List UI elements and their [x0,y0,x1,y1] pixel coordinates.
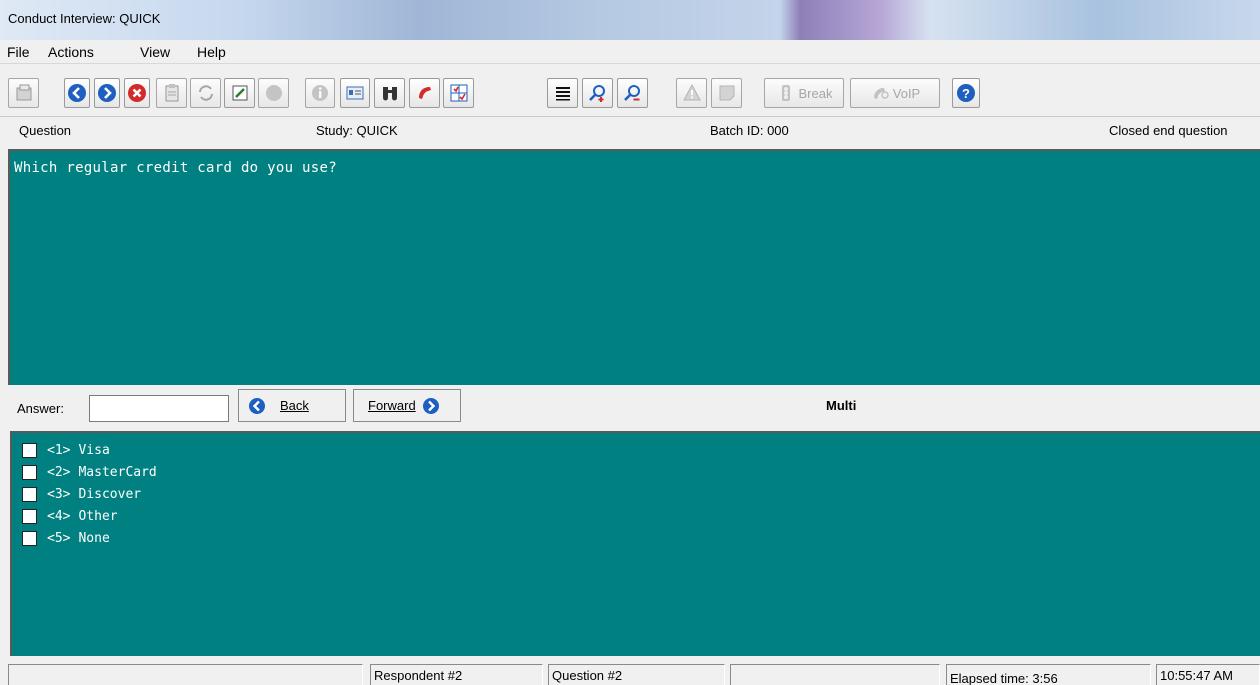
list-button[interactable] [547,78,578,108]
menu-view[interactable]: View [140,44,170,60]
response-code: <3> [47,486,71,502]
response-checkbox[interactable] [22,530,37,546]
back-arrow-button[interactable] [64,78,90,108]
zoom-out-button[interactable] [617,78,648,108]
answer-input[interactable] [89,395,229,422]
zoom-in-button[interactable] [582,78,613,108]
menu-bar: File Actions View Help [0,40,1260,64]
note-icon [719,85,734,101]
help-button[interactable]: ? [952,78,980,108]
response-option-4[interactable]: <4> Other [22,506,118,526]
response-checkbox[interactable] [22,442,37,458]
response-text: None [78,530,110,546]
stop-button[interactable] [124,78,150,108]
open-icon [16,84,31,101]
zoom-out-icon [623,85,640,101]
response-checkbox[interactable] [22,508,37,524]
break-label: Break [798,85,833,101]
response-text: Other [78,508,118,524]
forward-arrow-icon [98,84,116,102]
response-code: <5> [47,530,71,546]
response-code: <2> [47,464,71,480]
note-button[interactable] [711,78,742,108]
break-icon [781,85,790,101]
open-button[interactable] [8,78,39,108]
forward-label: Forward [368,398,416,413]
info-button[interactable] [305,78,335,108]
list-icon [555,87,570,101]
back-label: Back [280,398,309,413]
forward-arrow-button[interactable] [94,78,120,108]
back-arrow-icon [68,84,86,102]
status-cell-4 [730,664,940,685]
menu-file[interactable]: File [7,44,30,60]
warning-icon [682,83,701,101]
status-cell-1 [8,664,363,685]
edit-icon [232,85,247,101]
response-code: <4> [47,508,71,524]
response-option-1[interactable]: <1> Visa [22,440,110,460]
refresh-button[interactable] [190,78,221,108]
svg-text:?: ? [962,86,970,101]
circle-icon [265,85,282,101]
response-code: <1> [47,442,71,458]
question-status: Question #2 [548,664,725,685]
response-option-3[interactable]: <3> Discover [22,484,141,504]
warning-button[interactable] [676,78,707,108]
zoom-in-icon [588,85,605,102]
id-card-icon [346,86,364,100]
response-text: Visa [78,442,110,458]
response-text: Discover [78,486,142,502]
back-arrow-icon [249,397,265,414]
response-text: MasterCard [78,464,157,480]
forward-button[interactable]: Forward [353,389,461,422]
response-checkbox[interactable] [22,486,37,502]
response-option-5[interactable]: <5> None [22,528,110,548]
clipboard-button[interactable] [156,78,187,108]
grid-check-button[interactable] [443,78,474,108]
refresh-icon [198,85,213,101]
edit-button[interactable] [224,78,255,108]
binoculars-icon [382,87,397,101]
response-checkbox[interactable] [22,464,37,480]
circle-button[interactable] [258,78,289,108]
clock: 10:55:47 AM [1156,664,1260,685]
stop-icon [128,84,146,102]
clipboard-icon [165,84,178,102]
grid-check-icon [450,84,467,102]
info-icon [312,85,328,101]
response-option-2[interactable]: <2> MasterCard [22,462,157,482]
voip-icon [873,88,889,99]
voip-label: VoIP [892,85,921,101]
id-card-button[interactable] [340,78,370,108]
help-icon: ? [957,84,975,102]
answer-label: Answer: [17,401,64,416]
window-title: Conduct Interview: QUICK [8,11,161,26]
question-label: Question [19,123,72,138]
break-button[interactable]: Break [764,78,844,108]
menu-actions[interactable]: Actions [48,44,94,60]
back-button[interactable]: Back [238,389,346,422]
menu-help[interactable]: Help [197,44,226,60]
study-label: Study: QUICK [316,123,398,138]
phone-icon [418,87,431,99]
forward-arrow-icon [422,397,439,414]
question-panel: Which regular credit card do you use? [8,149,1260,385]
respondent-status: Respondent #2 [370,664,543,685]
question-info-bar: Question Study: QUICK Batch ID: 000 Clos… [0,116,1260,146]
phone-button[interactable] [409,78,440,108]
batch-id-label: Batch ID: 000 [710,123,789,138]
question-text: Which regular credit card do you use? [14,160,337,176]
question-kind-label: Closed end question [1109,123,1228,138]
title-bar: Conduct Interview: QUICK [0,0,1260,40]
voip-button[interactable]: VoIP [850,78,940,108]
response-panel: <1> Visa <2> MasterCard <3> Discover <4>… [10,431,1260,656]
answer-mode-label: Multi [826,398,857,413]
binoculars-button[interactable] [374,78,405,108]
elapsed-time: Elapsed time: 3:56 [946,664,1151,685]
